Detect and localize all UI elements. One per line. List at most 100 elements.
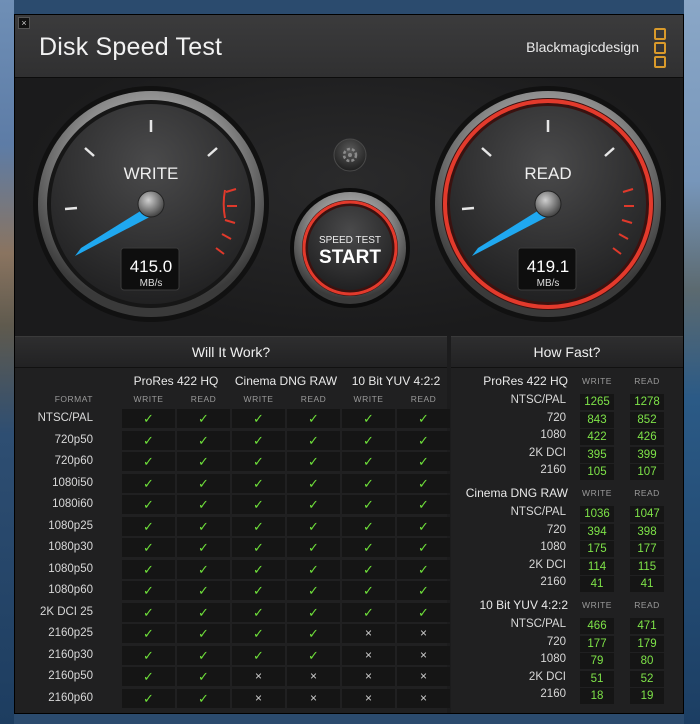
check-icon: ✓ — [342, 452, 395, 471]
check-icon: ✓ — [287, 409, 340, 428]
speed-column-header: WRITE — [582, 376, 612, 386]
check-icon: ✓ — [122, 516, 175, 536]
check-icon: ✓ — [342, 409, 395, 428]
speed-row-label: 720 — [546, 523, 566, 536]
check-icon: ✓ — [342, 473, 395, 493]
check-icon: ✓ — [177, 495, 230, 514]
cross-icon: × — [397, 688, 450, 708]
check-icon: ✓ — [232, 452, 285, 471]
speed-row-label: 2160 — [540, 464, 566, 477]
write-speed-value: 415.0 — [130, 257, 173, 276]
cross-icon: × — [232, 667, 285, 686]
write-speed-cell: 105 — [580, 464, 614, 481]
read-speed-cell: 398 — [630, 523, 664, 540]
column-subheader: WRITE — [133, 394, 164, 404]
write-speed-cell: 395 — [580, 446, 614, 463]
how-fast-panel: How Fast? ProRes 422 HQ WRITE READ NTSC/PAL… — [451, 336, 683, 713]
check-icon: ✓ — [342, 495, 395, 514]
format-row-label: 1080i60 — [52, 498, 93, 510]
start-button-subtitle[interactable]: SPEED TEST — [319, 235, 381, 246]
check-icon: ✓ — [397, 602, 450, 622]
cross-icon: × — [342, 645, 395, 665]
check-icon: ✓ — [122, 430, 175, 450]
check-icon: ✓ — [342, 430, 395, 450]
check-icon: ✓ — [122, 409, 175, 428]
format-row-label: 1080p50 — [48, 562, 93, 575]
speed-row-label: 1080 — [540, 541, 566, 554]
check-icon: ✓ — [122, 559, 175, 579]
column-subheader: WRITE — [243, 394, 274, 404]
speed-column-header: READ — [634, 376, 660, 386]
read-speed-cell: 426 — [630, 429, 664, 446]
cross-icon: × — [397, 645, 450, 665]
column-subheader: READ — [190, 394, 217, 404]
speed-row-label: 720 — [546, 635, 566, 648]
check-icon: ✓ — [232, 645, 285, 665]
cross-icon: × — [232, 688, 285, 708]
check-icon: ✓ — [232, 624, 285, 643]
check-icon: ✓ — [397, 516, 450, 536]
close-icon[interactable]: × — [18, 17, 30, 29]
check-icon: ✓ — [287, 624, 340, 643]
format-row-label: 1080p25 — [48, 519, 93, 532]
check-icon: ✓ — [287, 581, 340, 600]
brand-logo-icon — [654, 28, 666, 70]
check-icon: ✓ — [232, 495, 285, 514]
speed-row-label: 720 — [546, 411, 566, 424]
check-icon: ✓ — [177, 473, 230, 493]
check-icon: ✓ — [287, 538, 340, 557]
speed-row-label: 2K DCI — [528, 558, 566, 571]
format-row-label: 2K DCI 25 — [39, 605, 93, 618]
check-icon: ✓ — [397, 409, 450, 428]
speed-column-header: WRITE — [582, 488, 612, 498]
speed-row-label: 1080 — [540, 429, 566, 442]
check-icon: ✓ — [177, 516, 230, 536]
desktop-wallpaper-right — [684, 0, 700, 724]
speed-column-header: WRITE — [582, 600, 612, 610]
write-speed-cell: 177 — [580, 635, 614, 652]
brand-name: Blackmagicdesign — [526, 39, 639, 55]
speed-row-label: 2K DCI — [528, 446, 566, 459]
check-icon: ✓ — [122, 473, 175, 493]
check-icon: ✓ — [177, 430, 230, 450]
will-it-work-title: Will It Work? — [15, 337, 447, 368]
check-icon: ✓ — [177, 559, 230, 579]
write-gauge-label: WRITE — [124, 164, 179, 183]
app-title: Disk Speed Test — [39, 33, 223, 61]
format-row-label: 720p50 — [54, 433, 93, 446]
read-speed-cell: 852 — [630, 411, 664, 428]
read-speed-cell: 80 — [630, 653, 664, 670]
speed-row-label: 2160 — [540, 576, 566, 589]
cross-icon: × — [397, 624, 450, 643]
check-icon: ✓ — [177, 538, 230, 557]
check-icon: ✓ — [122, 452, 175, 471]
read-speed-cell: 1278 — [630, 394, 664, 410]
read-speed-cell: 1047 — [630, 506, 664, 522]
title-bar: × Disk Speed Test Blackmagicdesign — [15, 15, 683, 78]
check-icon: ✓ — [397, 581, 450, 600]
write-speed-cell: 394 — [580, 523, 614, 540]
write-speed-cell: 51 — [580, 670, 614, 687]
cross-icon: × — [342, 667, 395, 686]
format-row-label: 2160p60 — [48, 691, 93, 704]
read-speed-unit: MB/s — [537, 278, 560, 289]
check-icon: ✓ — [122, 538, 175, 557]
check-icon: ✓ — [232, 516, 285, 536]
start-button-label[interactable]: START — [319, 247, 381, 268]
check-icon: ✓ — [397, 452, 450, 471]
app-window: × Disk Speed Test Blackmagicdesign WRITE… — [14, 14, 684, 714]
read-speed-cell: 41 — [630, 576, 664, 593]
check-icon: ✓ — [232, 430, 285, 450]
speed-row-label: 2160 — [540, 688, 566, 701]
check-icon: ✓ — [397, 495, 450, 514]
check-icon: ✓ — [232, 581, 285, 600]
check-icon: ✓ — [177, 645, 230, 665]
how-fast-title: How Fast? — [451, 337, 683, 368]
read-speed-cell: 107 — [630, 464, 664, 481]
write-speed-cell: 422 — [580, 429, 614, 446]
check-icon: ✓ — [287, 495, 340, 514]
check-icon: ✓ — [232, 409, 285, 428]
check-icon: ✓ — [177, 667, 230, 686]
gear-icon[interactable] — [333, 138, 367, 172]
column-subheader: READ — [410, 394, 437, 404]
